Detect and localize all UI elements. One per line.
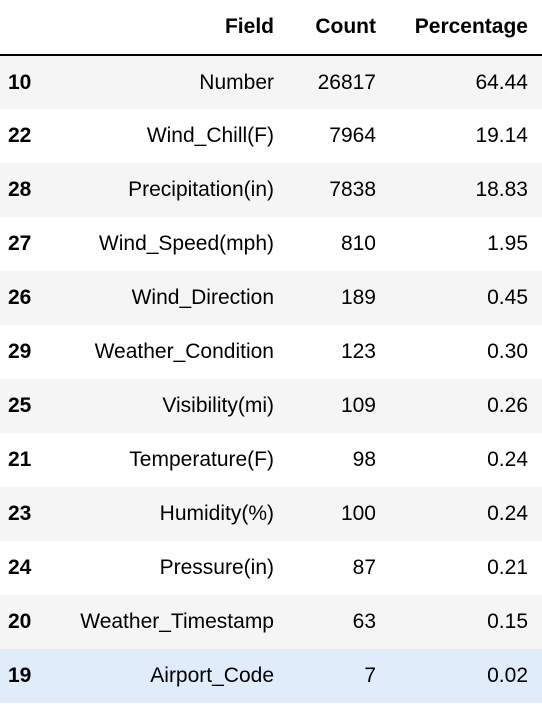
percentage-cell: 0.24 — [487, 502, 528, 525]
row-index: 29 — [8, 340, 32, 363]
index-column-header — [0, 0, 48, 56]
table-header: Field Count Percentage — [0, 0, 542, 56]
row-index: 25 — [8, 394, 32, 417]
field-cell: Wind_Direction — [131, 286, 274, 309]
percentage-cell: 0.21 — [487, 556, 528, 579]
percentage-cell: 19.14 — [475, 124, 528, 147]
field-cell: Wind_Chill(F) — [146, 124, 274, 147]
field-column-header: Field — [48, 0, 288, 56]
row-index: 20 — [8, 610, 32, 633]
count-cell: 810 — [340, 232, 376, 255]
table-body: 10 Number 26817 64.44 22 Wind_Chill(F) 7964 19.… — [0, 55, 542, 703]
field-cell: Weather_Timestamp — [80, 610, 274, 633]
row-index: 23 — [8, 502, 32, 525]
row-index: 19 — [8, 664, 32, 687]
percentage-cell: 0.26 — [487, 394, 528, 417]
table-row: 28 Precipitation(in) 7838 18.83 — [0, 163, 542, 217]
count-cell: 123 — [340, 340, 376, 363]
count-cell: 189 — [340, 286, 376, 309]
field-cell: Weather_Condition — [94, 340, 274, 363]
percentage-cell: 64.44 — [475, 70, 528, 94]
row-index: 28 — [8, 178, 32, 201]
percentage-cell: 18.83 — [475, 178, 528, 201]
field-cell: Number — [199, 70, 274, 94]
row-index: 24 — [8, 556, 32, 579]
table-row: 26 Wind_Direction 189 0.45 — [0, 271, 542, 325]
table-row: 24 Pressure(in) 87 0.21 — [0, 541, 542, 595]
count-cell: 63 — [352, 610, 376, 633]
count-cell: 7 — [364, 664, 376, 687]
percentage-cell: 0.02 — [487, 664, 528, 687]
table-row: 22 Wind_Chill(F) 7964 19.14 — [0, 109, 542, 163]
percentage-cell: 0.30 — [487, 340, 528, 363]
row-index: 21 — [8, 448, 32, 471]
count-cell: 7838 — [329, 178, 376, 201]
table-row: 27 Wind_Speed(mph) 810 1.95 — [0, 217, 542, 271]
percentage-cell: 1.95 — [487, 232, 528, 255]
count-cell: 98 — [352, 448, 376, 471]
count-cell: 100 — [340, 502, 376, 525]
count-column-header: Count — [288, 0, 390, 56]
count-cell: 26817 — [317, 70, 376, 94]
count-cell: 87 — [352, 556, 376, 579]
percentage-cell: 0.15 — [487, 610, 528, 633]
count-cell: 109 — [340, 394, 376, 417]
table-row: 21 Temperature(F) 98 0.24 — [0, 433, 542, 487]
field-cell: Wind_Speed(mph) — [98, 232, 274, 255]
percentage-cell: 0.45 — [487, 286, 528, 309]
table-row: 20 Weather_Timestamp 63 0.15 — [0, 595, 542, 649]
table-row: 25 Visibility(mi) 109 0.26 — [0, 379, 542, 433]
table-row: 29 Weather_Condition 123 0.30 — [0, 325, 542, 379]
table-row: 10 Number 26817 64.44 — [0, 55, 542, 109]
count-cell: 7964 — [329, 124, 376, 147]
table-row: 19 Airport_Code 7 0.02 — [0, 649, 542, 703]
row-index: 26 — [8, 286, 32, 309]
field-cell: Pressure(in) — [159, 556, 274, 579]
field-cell: Visibility(mi) — [162, 394, 274, 417]
field-cell: Precipitation(in) — [128, 178, 274, 201]
dataframe-table: Field Count Percentage 10 Number 26817 64.4… — [0, 0, 542, 703]
field-cell: Airport_Code — [150, 664, 274, 687]
table-row: 23 Humidity(%) 100 0.24 — [0, 487, 542, 541]
field-cell: Humidity(%) — [159, 502, 274, 525]
percentage-cell: 0.24 — [487, 448, 528, 471]
row-index: 10 — [8, 70, 32, 94]
header-row: Field Count Percentage — [0, 0, 542, 56]
row-index: 27 — [8, 232, 32, 255]
field-cell: Temperature(F) — [129, 448, 274, 471]
row-index: 22 — [8, 124, 32, 147]
percentage-column-header: Percentage — [390, 0, 542, 56]
